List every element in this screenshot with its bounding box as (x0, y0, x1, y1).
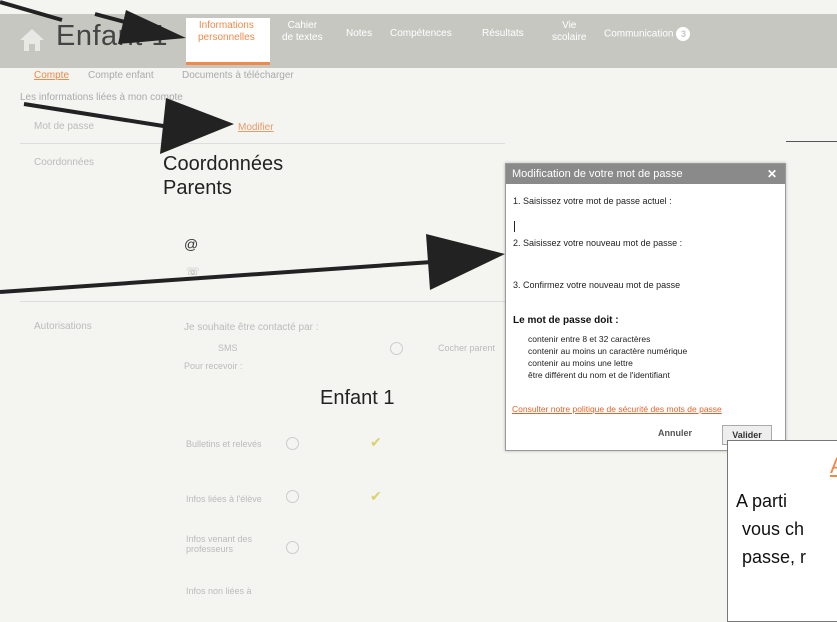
arrow-to-informations-tab (94, 10, 186, 44)
arrow-to-child-name (0, 0, 63, 22)
annotation-arrows (0, 0, 505, 294)
arrow-to-dialog (0, 234, 505, 294)
arrow-to-password (23, 98, 234, 154)
